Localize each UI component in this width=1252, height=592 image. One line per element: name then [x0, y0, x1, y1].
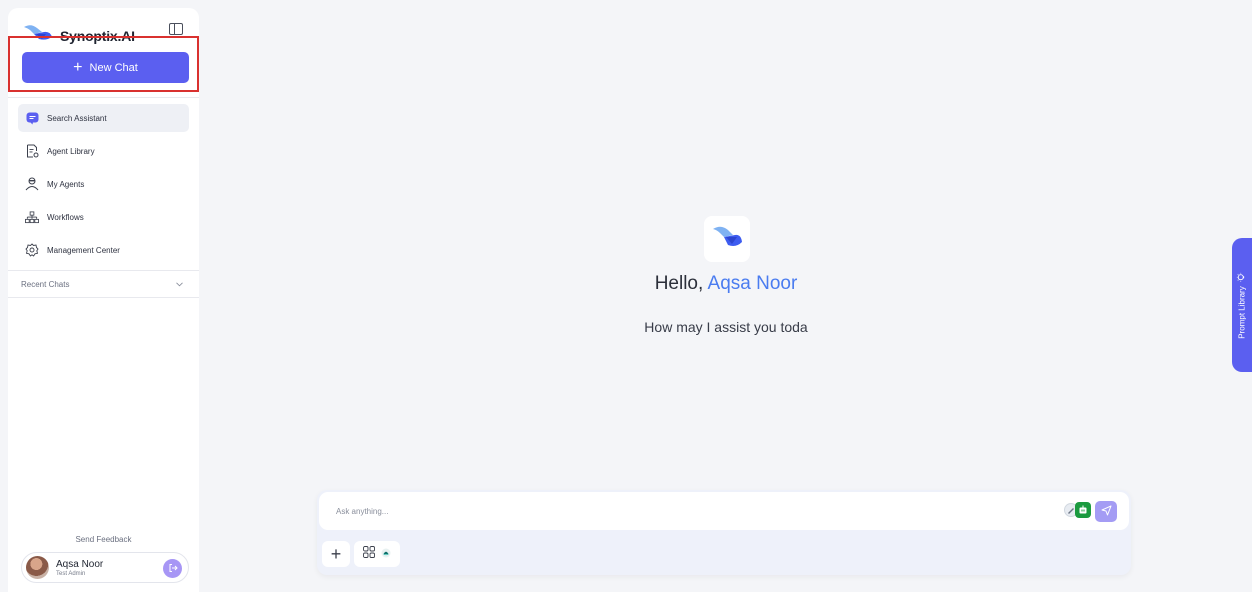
- apps-grid-icon: [363, 545, 375, 563]
- lightbulb-icon: [1236, 271, 1248, 281]
- logout-button[interactable]: [163, 559, 182, 578]
- synoptix-center-logo: [704, 216, 750, 262]
- chat-bubble-icon: [25, 111, 39, 125]
- prompt-library-label: Prompt Library: [1237, 285, 1247, 339]
- logout-icon: [168, 560, 178, 578]
- tools-button[interactable]: [354, 541, 400, 567]
- send-button[interactable]: [1095, 501, 1117, 522]
- plus-icon: +: [330, 543, 342, 564]
- user-profile-card[interactable]: Aqsa Noor Test Admin: [21, 552, 189, 583]
- model-selector[interactable]: [1064, 502, 1091, 518]
- sidebar-item-agent-library[interactable]: Agent Library: [18, 137, 189, 165]
- add-attachment-button[interactable]: +: [322, 541, 350, 567]
- greeting-prefix: Hello,: [654, 273, 708, 294]
- chat-composer: +: [317, 490, 1131, 575]
- user-name: Aqsa Noor: [56, 558, 104, 570]
- sidebar-item-label: Management Center: [47, 245, 120, 255]
- sidebar-item-label: Search Assistant: [47, 113, 107, 123]
- greeting-user-name: Aqsa Noor: [707, 273, 798, 294]
- sidebar: Synoptix.AI + New Chat Search Assistant …: [8, 8, 199, 592]
- sidebar-item-label: Agent Library: [47, 146, 95, 156]
- send-feedback-link[interactable]: Send Feedback: [8, 535, 199, 544]
- new-chat-label: New Chat: [89, 61, 138, 74]
- sidebar-item-search-assistant[interactable]: Search Assistant: [18, 104, 189, 132]
- document-gear-icon: [25, 144, 39, 158]
- chat-input[interactable]: [336, 501, 936, 521]
- sidebar-collapse-icon[interactable]: [169, 23, 183, 35]
- greeting: Hello, Aqsa Noor: [0, 273, 1252, 295]
- agent-person-icon: [25, 177, 39, 191]
- sidebar-item-label: Workflows: [47, 212, 84, 222]
- sidebar-item-label: My Agents: [47, 179, 85, 189]
- nav-divider: [8, 97, 199, 98]
- send-icon: [1101, 503, 1112, 521]
- greeting-subtitle: How may I assist you toda: [644, 319, 808, 335]
- prompt-library-tab[interactable]: Prompt Library: [1232, 238, 1252, 372]
- new-chat-button[interactable]: + New Chat: [22, 52, 189, 83]
- workflow-tree-icon: [25, 210, 39, 224]
- plus-icon: +: [73, 58, 83, 76]
- synoptix-logo-icon: [711, 224, 743, 255]
- user-role: Test Admin: [56, 570, 86, 577]
- sidebar-item-management-center[interactable]: Management Center: [18, 236, 189, 264]
- sidebar-item-my-agents[interactable]: My Agents: [18, 170, 189, 198]
- gear-icon: [25, 243, 39, 257]
- chat-input-container: [319, 492, 1129, 530]
- integration-icon: [381, 545, 391, 563]
- avatar: [26, 556, 49, 579]
- model-b-icon: [1075, 502, 1091, 518]
- sidebar-item-workflows[interactable]: Workflows: [18, 203, 189, 231]
